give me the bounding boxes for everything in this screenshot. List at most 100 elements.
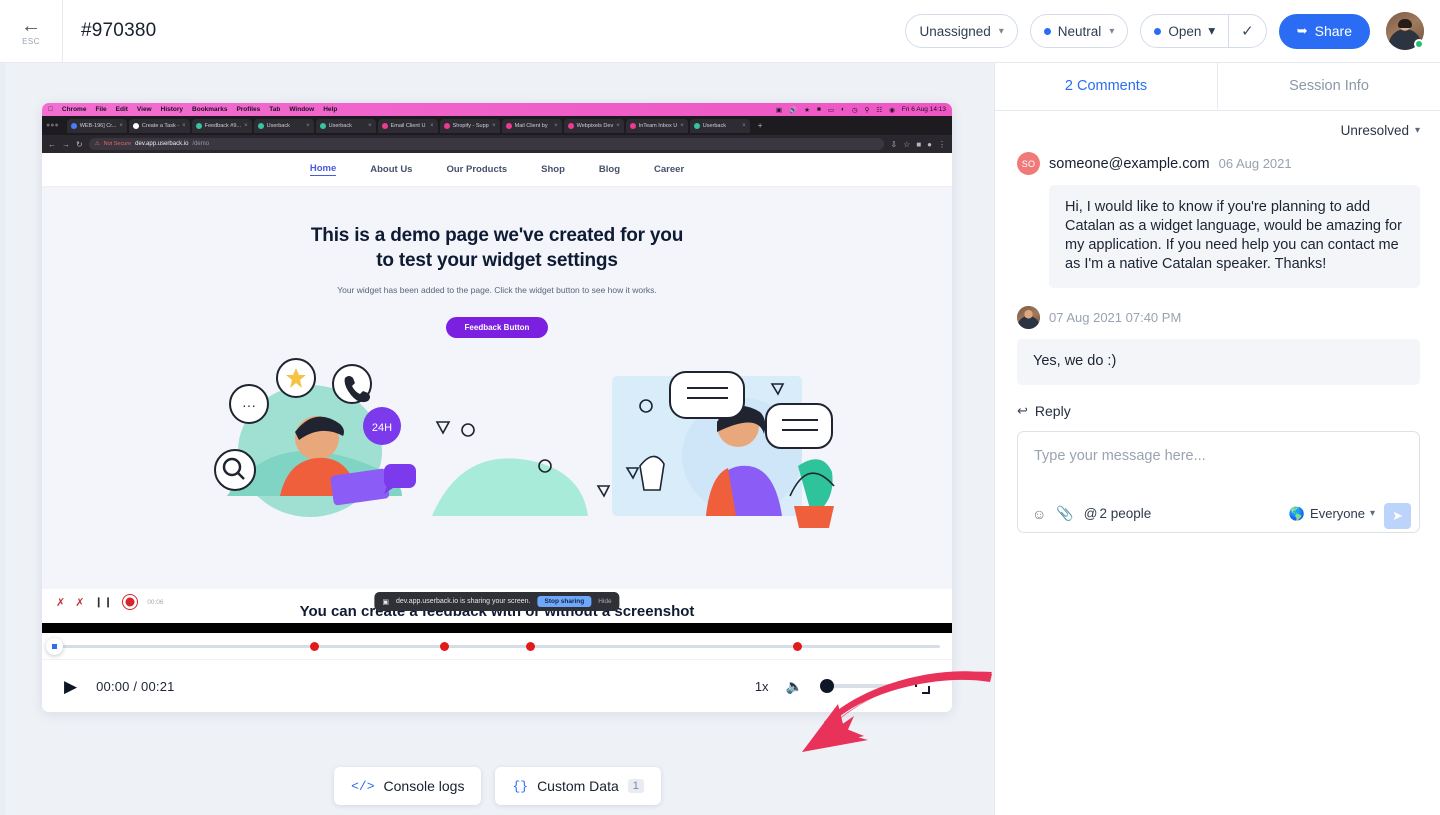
share-button[interactable]: ➥ Share <box>1278 13 1370 49</box>
browser-tab[interactable]: Userback × <box>689 118 750 133</box>
status-dropdown[interactable]: Open ▾ <box>1141 15 1228 47</box>
mic-muted-icon[interactable]: ✗ <box>56 596 65 609</box>
send-button[interactable]: ➤ <box>1384 502 1411 529</box>
record-stop-icon[interactable] <box>123 595 138 609</box>
close-icon[interactable]: × <box>244 123 248 129</box>
browser-tab[interactable]: WEB-196] Cr... × <box>66 118 127 133</box>
comment-body: Yes, we do :) <box>1017 338 1420 385</box>
emoji-icon[interactable]: ☺ <box>1032 506 1046 522</box>
playback-speed-button[interactable]: 1x <box>755 679 769 694</box>
reload-icon[interactable]: ↻ <box>76 140 83 149</box>
close-icon[interactable]: × <box>182 123 186 129</box>
timeline-marker[interactable] <box>792 641 802 651</box>
menu-item: Bookmarks <box>187 106 227 113</box>
browser-tab[interactable]: Shopify - Supp × <box>439 118 500 133</box>
visibility-dropdown[interactable]: 🌎 Everyone ▾ <box>1289 506 1375 522</box>
console-logs-button[interactable]: </> Console logs <box>334 767 482 805</box>
back-icon[interactable]: ← <box>48 140 56 149</box>
nav-item-products[interactable]: Our Products <box>446 164 507 175</box>
mac-status-icons: ▣ 🔊 ★ ■ ▭ ◐ ◷ ⚲ ☷ ◉ Fri 6 Aug 14:13 <box>776 106 946 114</box>
forward-icon[interactable]: → <box>62 140 70 149</box>
browser-tab[interactable]: Webpixels Dev × <box>563 118 624 133</box>
time-display: 00:00 / 00:21 <box>96 678 175 694</box>
message-input[interactable]: Type your message here... <box>1018 432 1419 496</box>
close-icon[interactable]: × <box>306 123 310 129</box>
browser-tab[interactable]: Feedback #9... × <box>191 118 252 133</box>
tab-title: Mail Client by <box>514 122 548 129</box>
download-icon[interactable]: ⇩ <box>890 140 897 149</box>
close-icon[interactable]: × <box>554 123 558 129</box>
favicon <box>319 122 326 129</box>
timeline-marker[interactable] <box>439 641 449 651</box>
share-icon: ➥ <box>1296 23 1308 38</box>
close-icon[interactable]: × <box>616 123 620 129</box>
scrubber-playhead[interactable] <box>46 637 63 655</box>
hero-title-line2: to test your widget settings <box>376 250 618 272</box>
resolve-filter-dropdown[interactable]: Unresolved ▾ <box>1341 123 1420 138</box>
fullscreen-icon[interactable] <box>915 678 930 694</box>
esc-label: ESC <box>22 37 40 46</box>
url-path: /demo <box>192 141 210 147</box>
hide-sharing-button[interactable]: Hide <box>598 598 611 605</box>
video-controls-right: 1x 🔈 <box>755 678 930 695</box>
video-scrubber[interactable] <box>42 633 952 659</box>
back-button[interactable]: ← ESC <box>0 0 63 62</box>
nav-item-about[interactable]: About Us <box>370 164 412 175</box>
close-icon[interactable]: × <box>680 123 684 129</box>
browser-tab[interactable]: Create a Task - × <box>128 118 190 133</box>
user-avatar[interactable] <box>1386 12 1424 50</box>
priority-dropdown[interactable]: Neutral ▾ <box>1029 14 1129 48</box>
priority-dot-icon <box>1043 27 1051 35</box>
feedback-widget-button[interactable]: Feedback Button <box>446 317 548 339</box>
mention-button[interactable]: @ 2 people <box>1084 506 1152 521</box>
comment-author: someone@example.com <box>1049 155 1210 172</box>
reply-button[interactable]: ↩ Reply <box>1017 403 1420 419</box>
pause-icon[interactable]: ❙❙ <box>94 597 113 608</box>
tab-session-info[interactable]: Session Info <box>1217 63 1440 110</box>
browser-tab[interactable]: Mail Client by × <box>501 118 562 133</box>
top-bar: ← ESC #970380 Unassigned ▾ Neutral ▾ Ope… <box>0 0 1440 63</box>
assignee-dropdown[interactable]: Unassigned ▾ <box>905 14 1018 48</box>
favicon <box>195 122 202 129</box>
volume-slider[interactable] <box>820 679 898 693</box>
nav-item-shop[interactable]: Shop <box>541 164 565 175</box>
browser-tab[interactable]: Userback × <box>315 118 376 133</box>
chevron-down-icon: ▾ <box>998 25 1004 37</box>
browser-tab[interactable]: InTeam Inbox U × <box>625 118 688 133</box>
chrome-menu-icon[interactable]: ⋮ <box>938 140 946 149</box>
close-icon[interactable]: × <box>368 123 372 129</box>
close-icon[interactable]: × <box>492 123 496 129</box>
mac-menu-bar:  Chrome File Edit View History Bookmark… <box>42 103 952 116</box>
siri-icon: ◉ <box>889 106 895 114</box>
nav-item-career[interactable]: Career <box>654 164 684 175</box>
bookmark-star-icon[interactable]: ☆ <box>903 140 910 149</box>
custom-data-button[interactable]: {} Custom Data 1 <box>495 767 661 805</box>
volume-slider-thumb[interactable] <box>820 679 834 693</box>
close-icon[interactable]: × <box>119 123 123 129</box>
stop-sharing-button[interactable]: Stop sharing <box>537 596 592 607</box>
tab-comments[interactable]: 2 Comments <box>995 63 1217 110</box>
close-icon[interactable]: × <box>742 123 746 129</box>
new-tab-icon[interactable]: + <box>758 121 763 130</box>
timeline-marker[interactable] <box>310 641 320 651</box>
attachment-icon[interactable]: 📎 <box>1056 505 1073 522</box>
scrubber-track[interactable] <box>54 644 940 648</box>
browser-tab[interactable]: Email Client U × <box>377 118 438 133</box>
profile-icon[interactable]: ● <box>927 140 932 149</box>
favicon <box>70 122 77 129</box>
extension-icon[interactable]: ■ <box>916 140 921 149</box>
volume-icon[interactable]: 🔈 <box>786 678 803 695</box>
play-button[interactable]: ▶ <box>64 678 77 695</box>
nav-item-blog[interactable]: Blog <box>599 164 620 175</box>
video-stage[interactable]:  Chrome File Edit View History Bookmark… <box>42 103 952 623</box>
mark-resolved-button[interactable]: ✓ <box>1228 15 1266 47</box>
comment-item: 07 Aug 2021 07:40 PM Yes, we do :) <box>1017 305 1420 385</box>
nav-item-home[interactable]: Home <box>309 163 337 176</box>
close-icon[interactable]: × <box>430 123 434 129</box>
browser-tab[interactable]: Userback × <box>253 118 314 133</box>
assignee-label: Unassigned <box>919 23 991 39</box>
camera-off-icon[interactable]: ✗ <box>75 596 84 609</box>
url-input[interactable]: ⚠ Not Secure dev.app.userback.io /demo <box>88 138 885 150</box>
resolve-filter-label: Unresolved <box>1340 123 1409 138</box>
timeline-marker[interactable] <box>526 641 536 651</box>
